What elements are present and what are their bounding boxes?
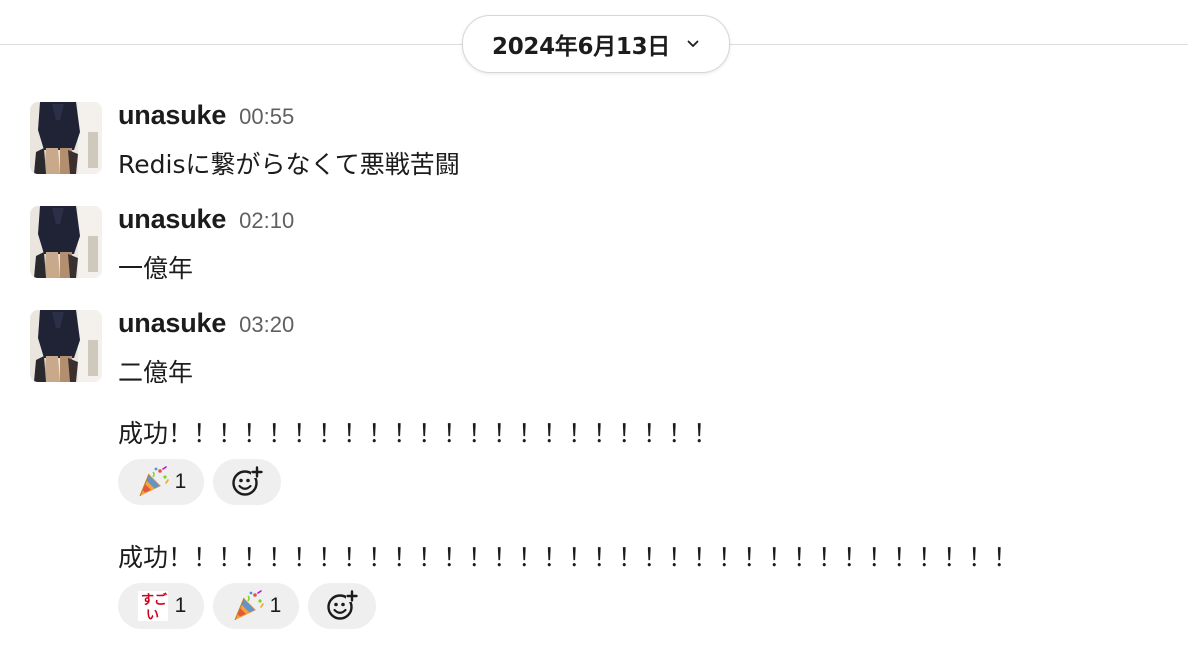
message-text: 成功！！！！！！！！！！！！！！！！！！！！！！！！！！！！！！！！！！: [118, 543, 1019, 572]
add-reaction-icon: [325, 589, 359, 623]
add-reaction-icon: [230, 465, 264, 499]
message-text: 成功！！！！！！！！！！！！！！！！！！！！！！: [118, 419, 719, 448]
date-label: 2024年6月13日: [491, 34, 671, 60]
party-popper-icon: [231, 589, 265, 623]
reaction-bar: 1: [118, 459, 281, 505]
party-popper-icon: [136, 465, 170, 499]
avatar[interactable]: [30, 206, 102, 278]
sugoi-icon: すご い: [136, 589, 170, 623]
sender-name[interactable]: unasuke: [118, 100, 226, 131]
avatar[interactable]: [30, 102, 102, 174]
message-text: 二億年: [118, 358, 194, 387]
reaction-count: 1: [174, 470, 187, 493]
date-divider: 2024年6月13日: [0, 0, 1188, 90]
add-reaction-button[interactable]: [308, 583, 376, 629]
timestamp[interactable]: 00:55: [239, 104, 294, 130]
reaction-count: 1: [269, 594, 282, 617]
sender-name[interactable]: unasuke: [118, 204, 226, 235]
sender-name[interactable]: unasuke: [118, 308, 226, 339]
reaction-sugoi[interactable]: すご い 1: [118, 583, 204, 629]
chevron-down-icon: [686, 37, 700, 51]
add-reaction-button[interactable]: [213, 459, 281, 505]
reaction-bar: すご い 1 1: [118, 583, 376, 629]
reaction-party-popper[interactable]: 1: [118, 459, 204, 505]
sugoi-text-bottom: い: [146, 608, 159, 623]
message-text: Redisに繋がらなくて悪戦苦闘: [118, 150, 460, 179]
timestamp[interactable]: 02:10: [239, 208, 294, 234]
timestamp[interactable]: 03:20: [239, 312, 294, 338]
sugoi-text-top: すご: [141, 592, 168, 608]
reaction-party-popper[interactable]: 1: [213, 583, 299, 629]
avatar[interactable]: [30, 310, 102, 382]
message-text: 一億年: [118, 254, 194, 283]
reaction-count: 1: [174, 594, 187, 617]
date-jump-button[interactable]: 2024年6月13日: [462, 15, 730, 73]
